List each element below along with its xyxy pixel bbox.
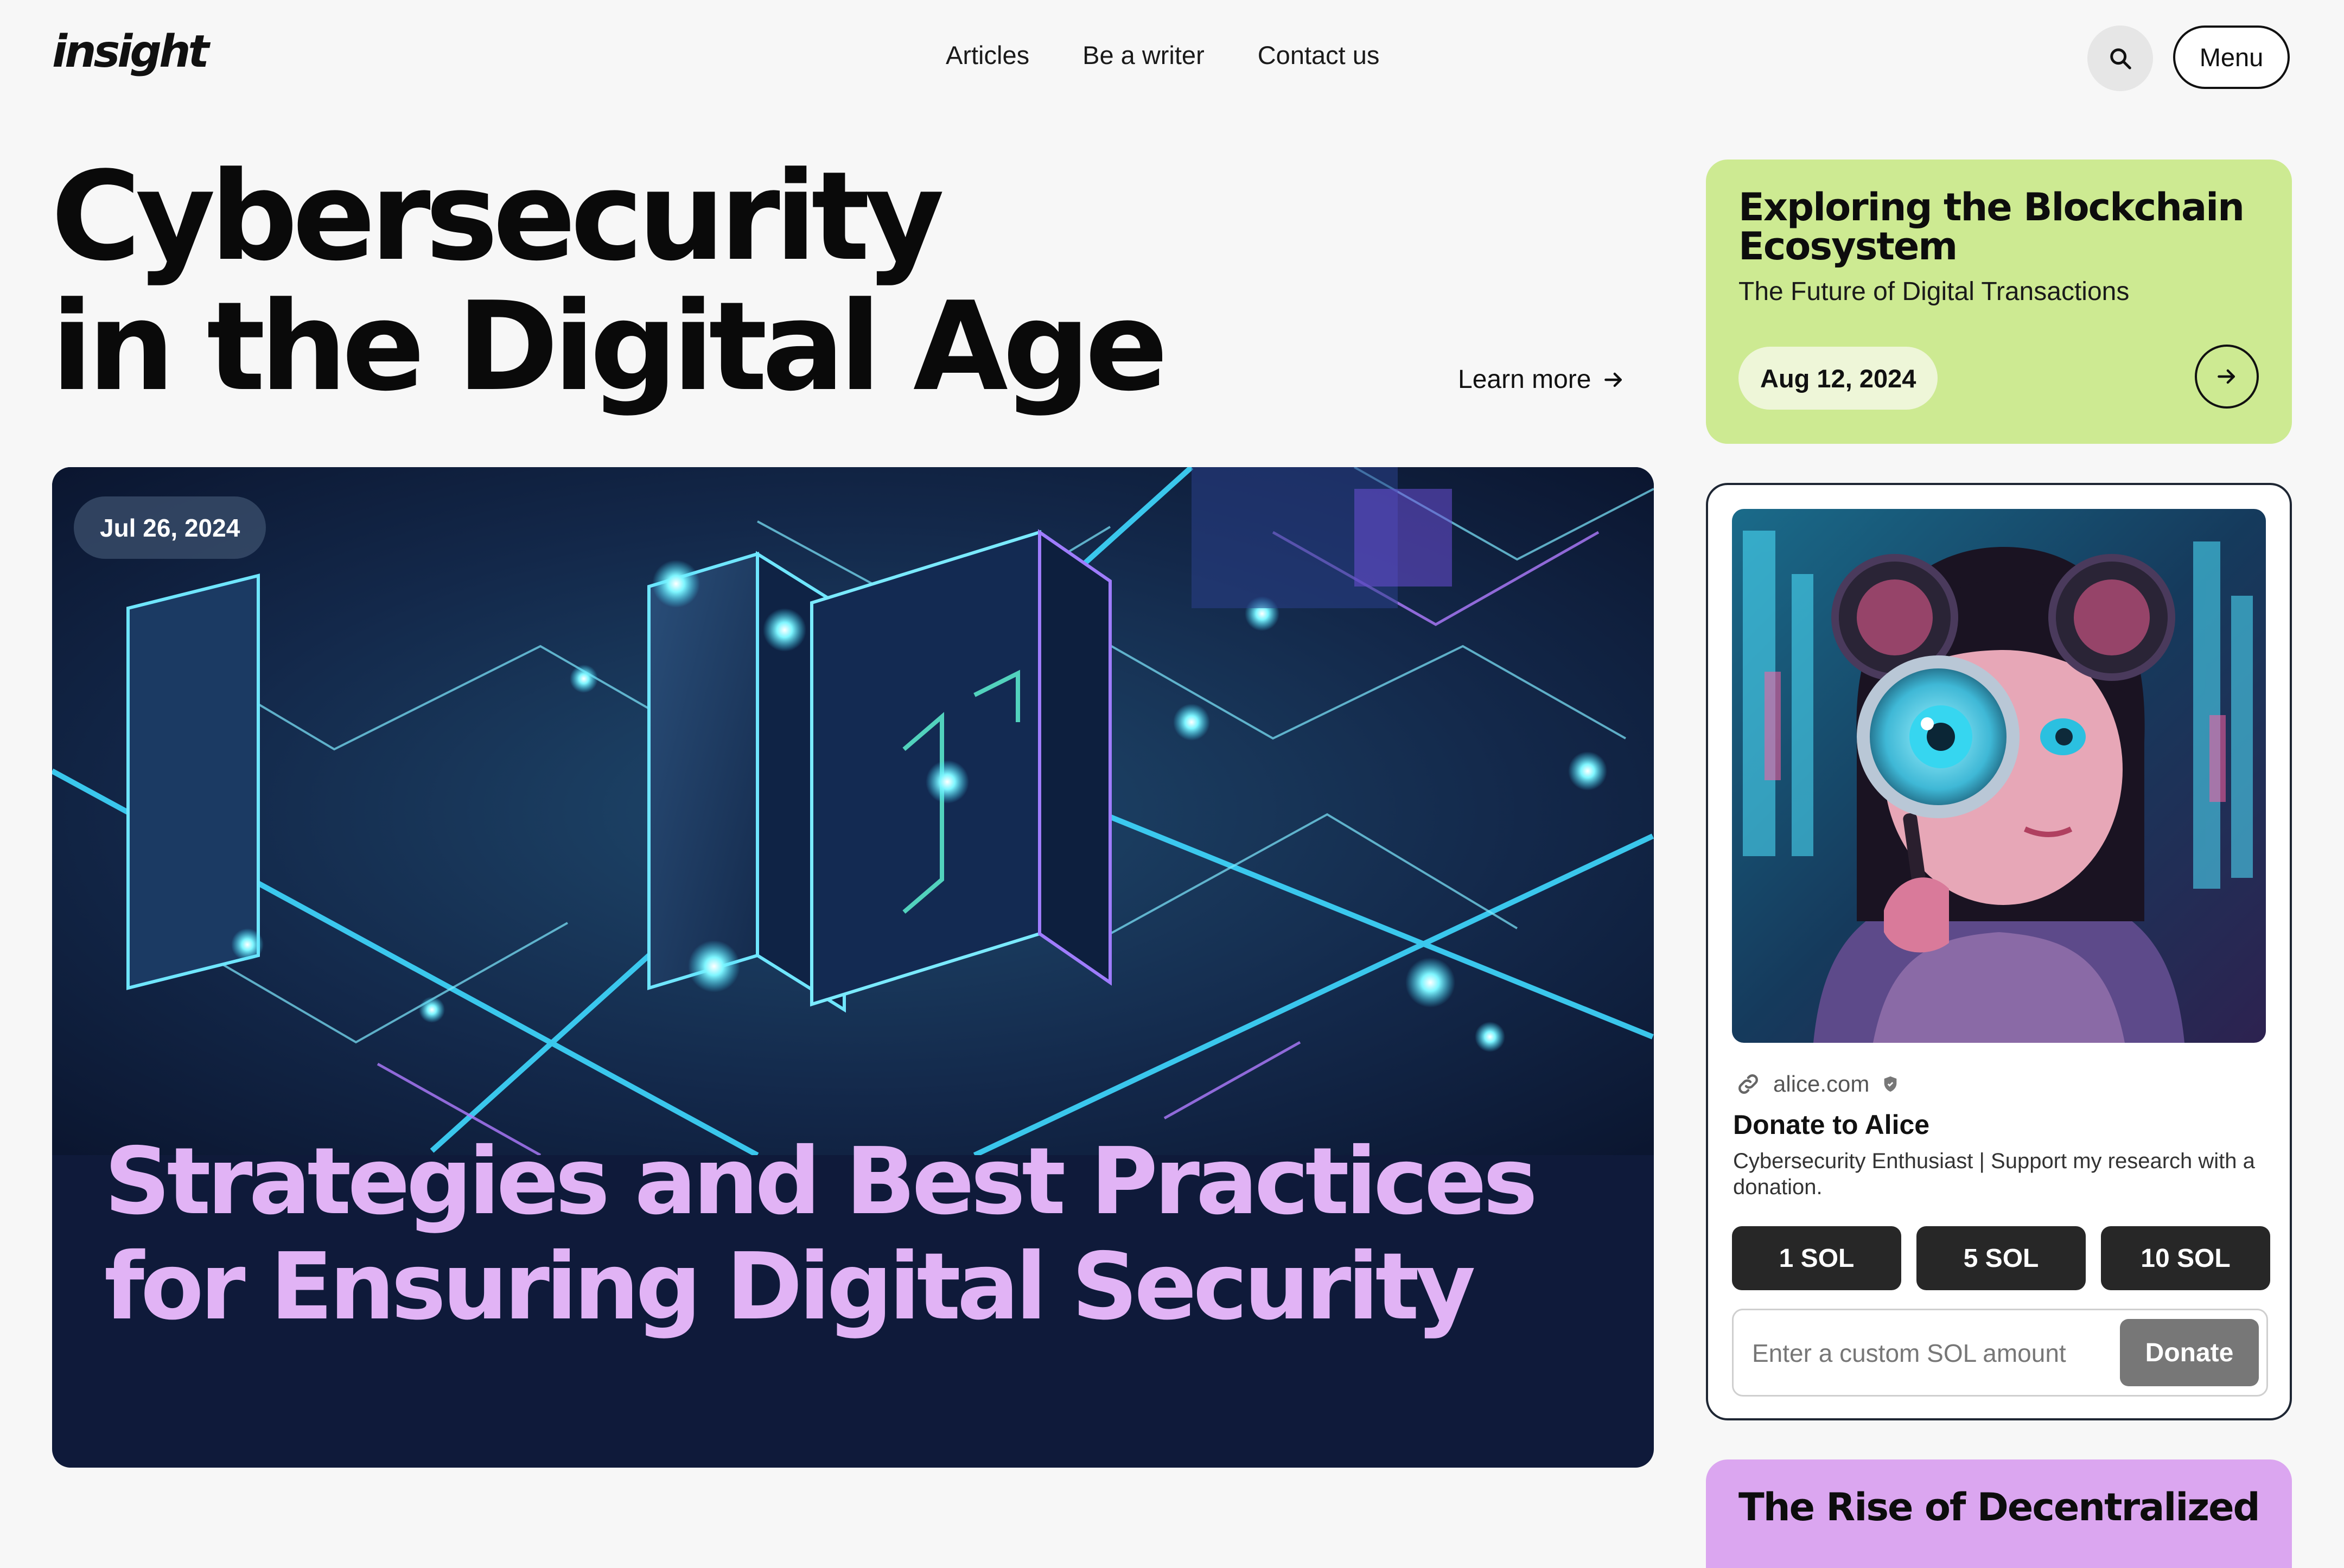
featured-date-badge: Jul 26, 2024 — [74, 496, 266, 559]
main-nav: Articles Be a writer Contact us — [946, 40, 1379, 70]
sol-amount-options: 1 SOL 5 SOL 10 SOL — [1732, 1226, 2270, 1290]
donate-description: Cybersecurity Enthusiast | Support my re… — [1733, 1149, 2255, 1199]
nav-be-a-writer[interactable]: Be a writer — [1082, 40, 1205, 70]
decentralized-card-title: The Rise of Decentralized — [1738, 1485, 2260, 1529]
donate-card: alice.com Donate to Alice Cybersecurity … — [1706, 483, 2292, 1420]
blockchain-open-button[interactable] — [2195, 345, 2259, 409]
link-icon — [1738, 1074, 1758, 1094]
blockchain-card-subtitle: The Future of Digital Transactions — [1738, 277, 2130, 306]
donate-10-sol-button[interactable]: 10 SOL — [2101, 1226, 2270, 1290]
blockchain-date-badge: Aug 12, 2024 — [1738, 347, 1938, 410]
nav-contact-us[interactable]: Contact us — [1258, 40, 1380, 70]
learn-more-label: Learn more — [1458, 365, 1591, 394]
featured-article-title[interactable]: Strategies and Best Practices for Ensuri… — [104, 1129, 1569, 1340]
featured-article-card[interactable]: Jul 26, 2024 Strategies and Best Practic… — [52, 467, 1654, 1468]
arrow-right-icon — [1604, 372, 1622, 387]
arrow-right-icon — [2218, 369, 2235, 384]
page-title: Cybersecurity in the Digital Age — [51, 145, 1168, 418]
nav-articles[interactable]: Articles — [946, 40, 1029, 70]
search-icon — [2110, 48, 2131, 69]
featured-title-line-1: Strategies and Best Practices — [104, 1128, 1538, 1235]
donate-site-link[interactable]: alice.com — [1773, 1071, 1869, 1097]
donate-1-sol-button[interactable]: 1 SOL — [1732, 1226, 1901, 1290]
featured-title-line-2: for Ensuring Digital Security — [104, 1233, 1476, 1341]
menu-button[interactable]: Menu — [2173, 26, 2290, 89]
blockchain-title-line-1: Exploring the Blockchain — [1738, 185, 2245, 230]
site-logo[interactable]: insight — [52, 26, 209, 78]
site-header: insight Articles Be a writer Contact us … — [0, 0, 2344, 115]
custom-amount-row: Donate — [1732, 1309, 2268, 1397]
blockchain-article-card[interactable]: Exploring the Blockchain Ecosystem The F… — [1706, 160, 2292, 444]
shield-icon — [1884, 1076, 1897, 1092]
donate-button[interactable]: Donate — [2120, 1319, 2259, 1386]
donate-5-sol-button[interactable]: 5 SOL — [1916, 1226, 2086, 1290]
custom-sol-amount-input[interactable] — [1751, 1332, 2090, 1374]
donate-site-row: alice.com — [1735, 1071, 1900, 1097]
donate-profile-illustration — [1732, 509, 2266, 1043]
page-title-line-2: in the Digital Age — [51, 276, 1168, 418]
page-title-line-1: Cybersecurity — [51, 145, 945, 288]
cyber-circuit-illustration — [52, 467, 1654, 1155]
donate-title: Donate to Alice — [1733, 1110, 1930, 1140]
blockchain-title-line-2: Ecosystem — [1738, 224, 1958, 269]
blockchain-card-title: Exploring the Blockchain Ecosystem — [1738, 188, 2259, 266]
decentralized-article-card[interactable]: The Rise of Decentralized — [1706, 1459, 2292, 1568]
learn-more-link[interactable]: Learn more — [1458, 365, 1626, 394]
search-button[interactable] — [2087, 26, 2153, 91]
